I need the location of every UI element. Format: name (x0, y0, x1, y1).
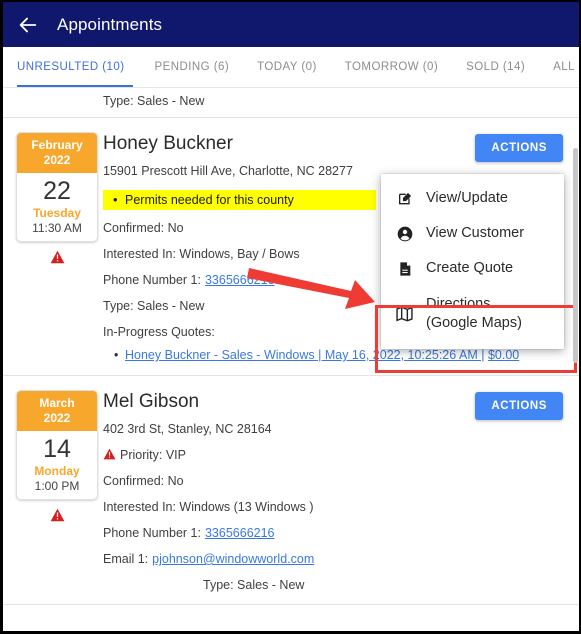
menu-item-label-line2: (Google Maps) (426, 315, 522, 331)
tab-sold[interactable]: SOLD (14) (452, 47, 539, 87)
email-row: Email 1: pjohnson@windowworld.com (103, 552, 569, 567)
warning-triangle-icon (50, 508, 65, 527)
menu-item-create-quote[interactable]: Create Quote (381, 251, 564, 286)
phone-row: Phone Number 1: 3365666216 (103, 526, 569, 541)
map-icon (396, 306, 413, 323)
back-arrow-icon[interactable] (17, 14, 39, 36)
date-badge: February 2022 22 Tuesday 11:30 AM (16, 132, 98, 242)
menu-item-view-update[interactable]: View/Update (381, 181, 564, 216)
quote-amount-link[interactable]: $0.00 (488, 348, 519, 362)
date-weekday-label: Monday (34, 464, 80, 478)
tab-pending[interactable]: PENDING (6) (141, 47, 244, 87)
tab-today[interactable]: TODAY (0) (243, 47, 331, 87)
date-time-label: 11:30 AM (32, 221, 82, 235)
customer-address: 402 3rd St, Stanley, NC 28164 (103, 422, 272, 436)
app-header: Appointments (3, 2, 579, 47)
actions-button[interactable]: ACTIONS (475, 134, 563, 162)
phone-link[interactable]: 3365666216 (205, 273, 275, 288)
date-month-label: March (39, 396, 75, 410)
menu-item-label-line1: Directions (426, 296, 491, 312)
next-line-partial-text: Type: Sales - New (203, 578, 305, 592)
interested-in: Interested In: Windows (13 Windows ) (103, 500, 314, 514)
date-month-label: February (31, 138, 83, 152)
tab-bar: UNRESULTED (10) PENDING (6) TODAY (0) TO… (3, 47, 579, 88)
menu-item-directions[interactable]: Directions (Google Maps) (381, 286, 564, 343)
vertical-scrollbar[interactable] (573, 88, 579, 631)
document-icon (396, 260, 413, 277)
appointment-card[interactable]: March 2022 14 Monday 1:00 PM Mel Gibson … (3, 376, 579, 605)
appointment-note: Permits needed for this county (103, 190, 376, 210)
previous-card-partial-text: Type: Sales - New (3, 88, 579, 118)
confirmed-status: Confirmed: No (103, 474, 184, 488)
appointment-info: Mel Gibson 402 3rd St, Stanley, NC 28164… (103, 390, 579, 592)
quote-link[interactable]: Honey Buckner - Sales - Windows | May 16… (125, 348, 484, 362)
tab-unresulted[interactable]: UNRESULTED (10) (17, 47, 141, 87)
warning-triangle-icon (50, 250, 65, 269)
email-label: Email 1: (103, 552, 149, 566)
phone-label: Phone Number 1: (103, 526, 201, 540)
actions-dropdown-menu[interactable]: View/Update View Customer Create Quote D… (381, 174, 564, 349)
date-month-year: March 2022 (17, 391, 97, 431)
date-column: February 2022 22 Tuesday 11:30 AM (3, 132, 103, 363)
email-link[interactable]: pjohnson@windowworld.com (152, 552, 314, 567)
menu-item-label: View Customer (426, 225, 525, 241)
tab-tomorrow[interactable]: TOMORROW (0) (331, 47, 452, 87)
phone-label: Phone Number 1: (103, 273, 201, 287)
date-day-number: 14 (43, 435, 71, 463)
page-title: Appointments (57, 14, 163, 34)
actions-button[interactable]: ACTIONS (475, 392, 563, 420)
tab-all[interactable]: ALL (44) (539, 47, 579, 87)
warning-triangle-icon (103, 448, 116, 463)
menu-item-label: Create Quote (426, 260, 514, 276)
scrollbar-thumb[interactable] (573, 148, 578, 363)
date-badge: March 2022 14 Monday 1:00 PM (16, 390, 98, 500)
date-day-number: 22 (43, 177, 71, 205)
phone-link[interactable]: 3365666216 (205, 526, 275, 541)
date-weekday-label: Tuesday (33, 206, 81, 220)
priority-label: Priority: VIP (120, 448, 186, 462)
menu-item-label: View/Update (426, 190, 508, 206)
appointments-list[interactable]: Type: Sales - New February 2022 22 Tuesd… (3, 88, 579, 631)
menu-item-view-customer[interactable]: View Customer (381, 216, 564, 251)
date-year-label: 2022 (43, 411, 71, 425)
appointments-screen: Appointments UNRESULTED (10) PENDING (6)… (0, 0, 581, 634)
date-month-year: February 2022 (17, 133, 97, 173)
edit-square-icon (396, 190, 413, 207)
date-year-label: 2022 (43, 153, 71, 167)
person-circle-icon (396, 225, 413, 242)
quote-list-item: Honey Buckner - Sales - Windows | May 16… (114, 347, 569, 363)
date-column: March 2022 14 Monday 1:00 PM (3, 390, 103, 592)
priority-row: Priority: VIP (103, 448, 569, 463)
date-time-label: 1:00 PM (34, 479, 80, 493)
menu-item-label: Directions (Google Maps) (426, 295, 522, 333)
